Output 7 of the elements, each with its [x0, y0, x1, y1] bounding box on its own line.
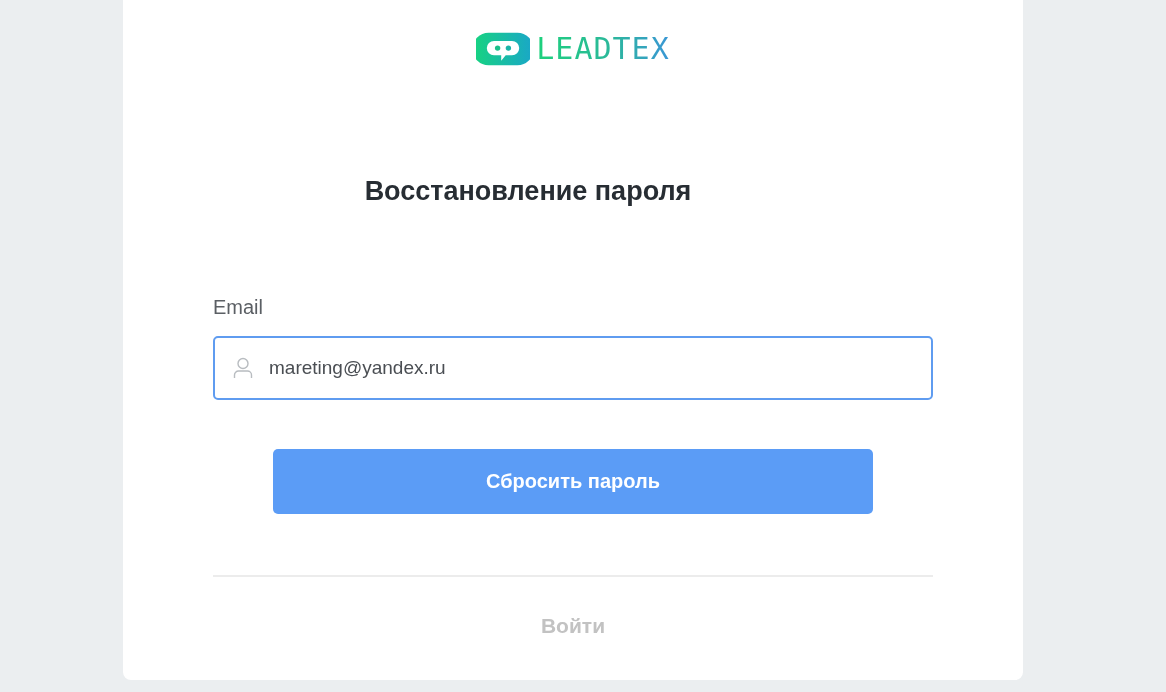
field-label: Email — [213, 295, 264, 320]
login-link[interactable]: Войти — [540, 613, 606, 639]
email-field[interactable]: mareting@yandex.ru — [213, 336, 933, 400]
page-title: Восстановление пароля — [364, 175, 692, 208]
reset-password-button[interactable]: Сбросить пароль — [273, 449, 873, 514]
user-icon — [233, 357, 253, 379]
chat-bubble-logo-icon — [476, 30, 531, 68]
